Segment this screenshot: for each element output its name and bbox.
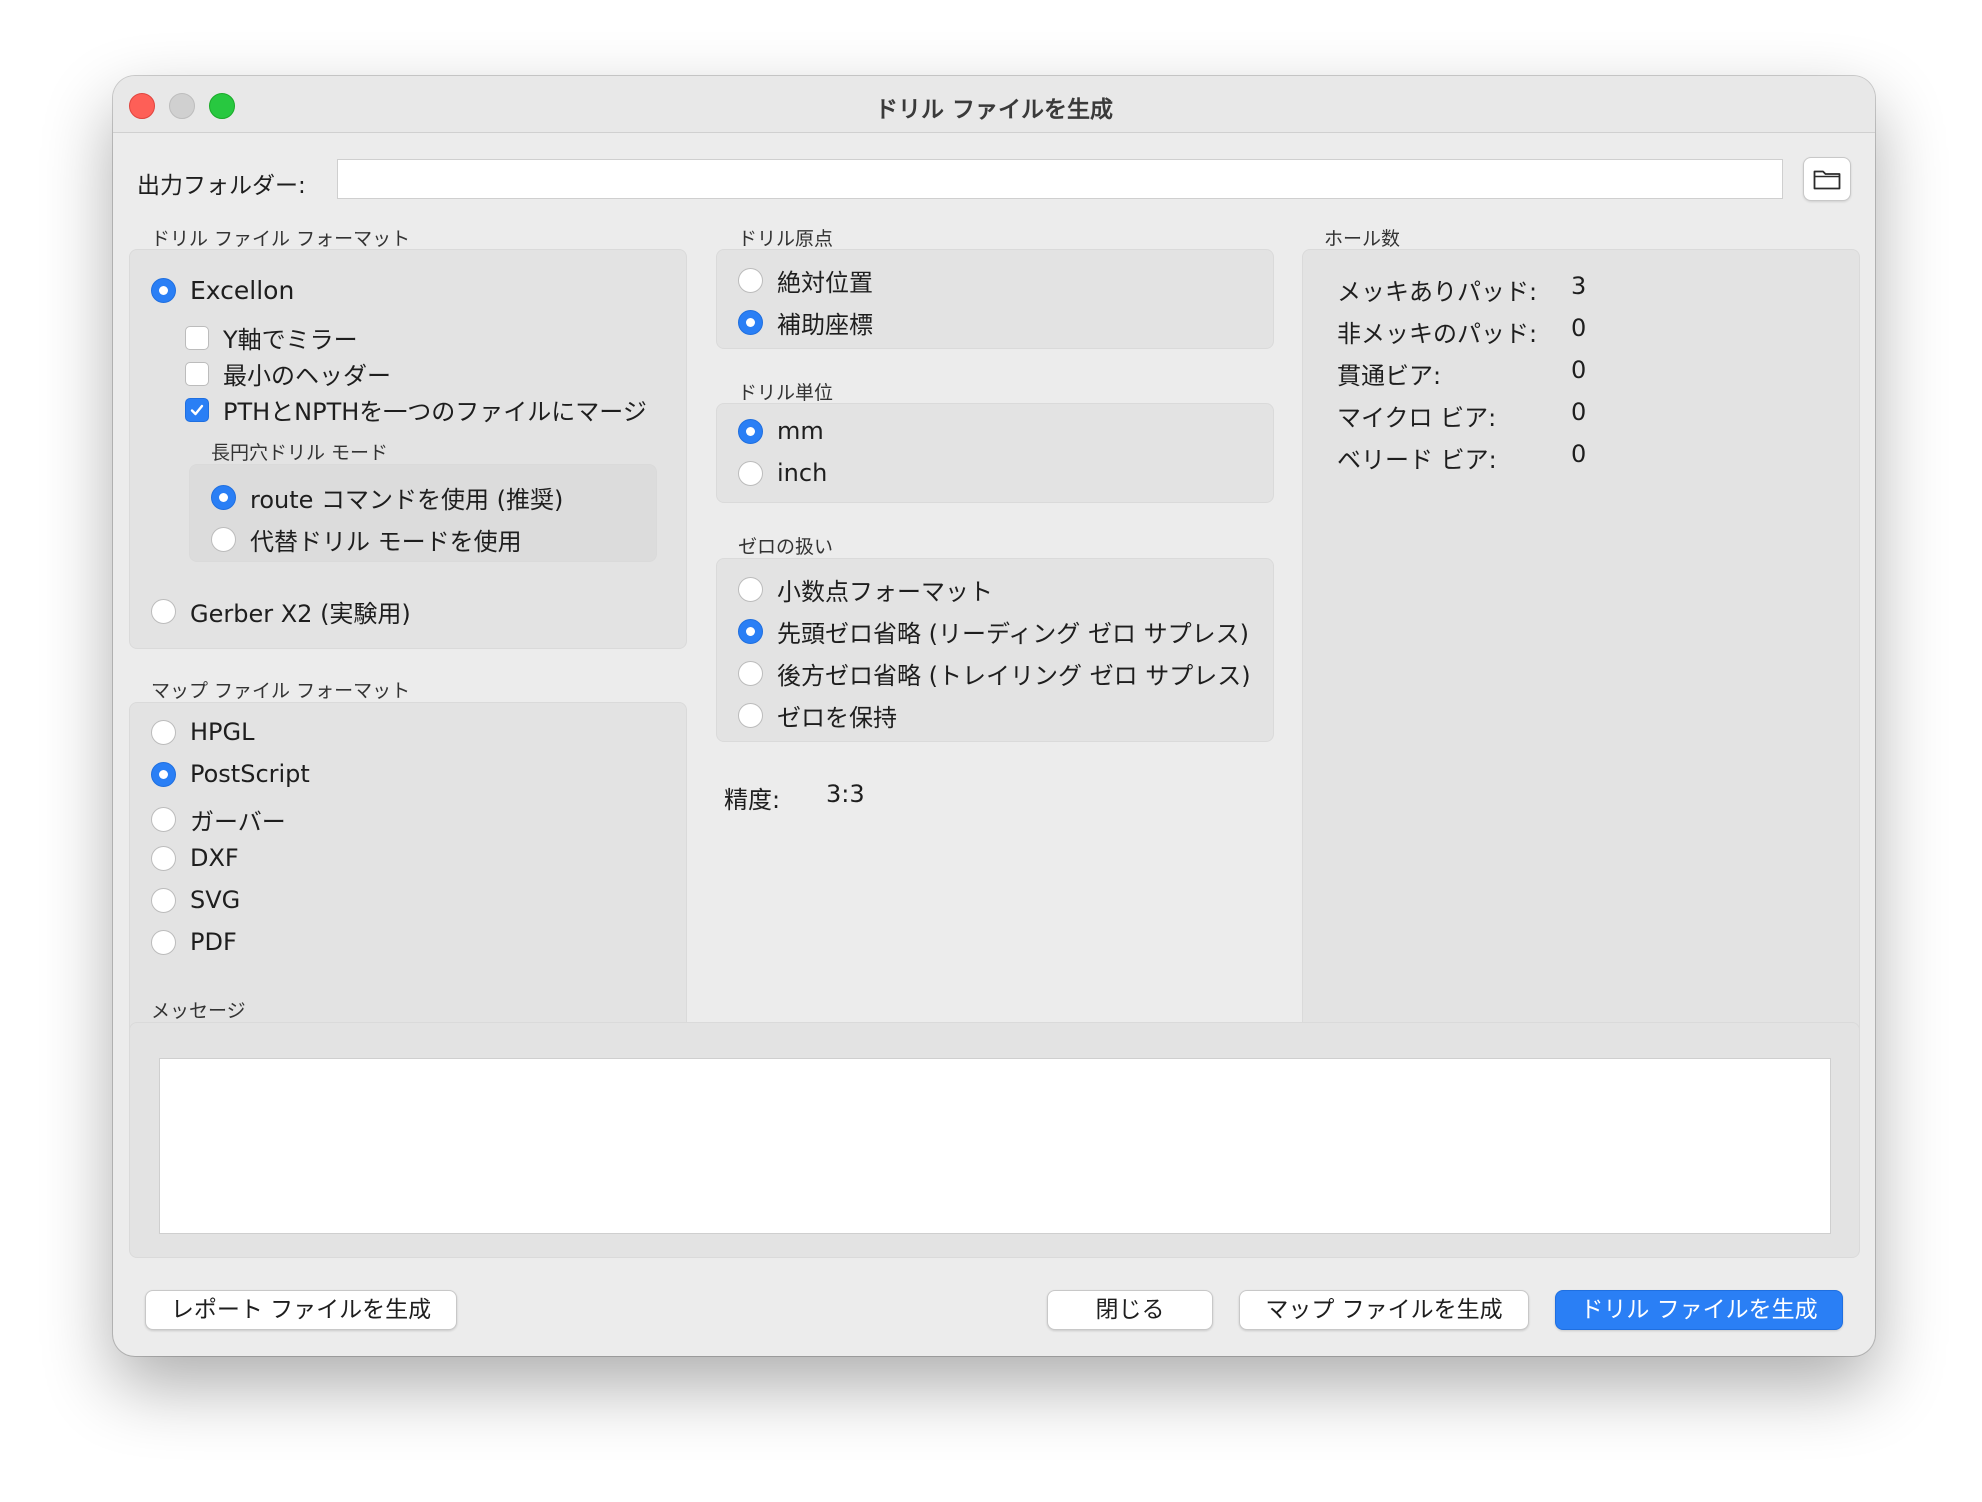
- radio-indicator[interactable]: [738, 418, 763, 444]
- radio-map-gerber[interactable]: ガーバー: [151, 802, 286, 837]
- buried-vias-value: 0: [1571, 440, 1587, 468]
- radio-alt-drill-mode[interactable]: 代替ドリル モードを使用: [211, 522, 522, 557]
- close-button[interactable]: 閉じる: [1047, 1290, 1213, 1330]
- radio-origin-aux[interactable]: 補助座標: [738, 305, 873, 340]
- buried-vias-label: ベリード ビア:: [1337, 446, 1497, 474]
- generate-report-button[interactable]: レポート ファイルを生成: [145, 1290, 457, 1330]
- micro-vias-label: マイクロ ビア:: [1337, 404, 1497, 432]
- nonplated-pads-value: 0: [1571, 314, 1587, 342]
- checkbox-box[interactable]: [185, 325, 209, 350]
- radio-indicator[interactable]: [211, 527, 236, 552]
- radio-indicator[interactable]: [738, 703, 763, 728]
- precision-value: 3:3: [826, 780, 865, 808]
- radio-indicator[interactable]: [738, 577, 763, 602]
- checkbox-mirror-y[interactable]: Y軸でミラー: [185, 320, 358, 355]
- radio-map-svg[interactable]: SVG: [151, 886, 240, 914]
- checkbox-minimal-header[interactable]: 最小のヘッダー: [185, 356, 391, 391]
- drill-units-label: ドリル単位: [738, 382, 834, 404]
- radio-indicator[interactable]: [151, 807, 176, 832]
- radio-indicator[interactable]: [151, 929, 176, 955]
- through-vias-label: 貫通ビア:: [1337, 362, 1442, 390]
- precision-label: 精度:: [724, 786, 781, 814]
- radio-indicator[interactable]: [738, 460, 763, 486]
- output-folder-input[interactable]: [337, 159, 1783, 199]
- radio-map-hpgl[interactable]: HPGL: [151, 718, 255, 746]
- radio-indicator[interactable]: [738, 661, 763, 686]
- drill-file-dialog: ドリル ファイルを生成 出力フォルダー: ドリル ファイル フォーマット Exc…: [113, 76, 1875, 1356]
- plated-pads-value: 3: [1571, 272, 1587, 300]
- radio-indicator[interactable]: [151, 278, 176, 303]
- window-title: ドリル ファイルを生成: [874, 97, 1113, 123]
- drill-origin-label: ドリル原点: [738, 228, 834, 250]
- radio-zeros-leading[interactable]: 先頭ゼロ省略 (リーディング ゼロ サプレス): [738, 614, 1249, 649]
- radio-zeros-keep[interactable]: ゼロを保持: [738, 698, 897, 733]
- generate-map-button[interactable]: マップ ファイルを生成: [1239, 1290, 1529, 1330]
- radio-indicator[interactable]: [738, 268, 763, 293]
- generate-drill-button[interactable]: ドリル ファイルを生成: [1555, 1290, 1843, 1330]
- radio-indicator[interactable]: [738, 619, 763, 644]
- map-format-group: [129, 702, 687, 1044]
- radio-map-postscript[interactable]: PostScript: [151, 760, 310, 788]
- radio-excellon[interactable]: Excellon: [151, 276, 294, 305]
- radio-indicator[interactable]: [738, 310, 763, 335]
- oval-mode-label: 長円穴ドリル モード: [211, 442, 389, 464]
- radio-units-mm[interactable]: mm: [738, 417, 824, 445]
- plated-pads-label: メッキありパッド:: [1337, 278, 1538, 306]
- radio-map-pdf[interactable]: PDF: [151, 928, 237, 956]
- checkbox-box[interactable]: [185, 397, 209, 422]
- title-bar: ドリル ファイルを生成: [113, 76, 1875, 133]
- radio-indicator[interactable]: [151, 761, 176, 787]
- radio-origin-absolute[interactable]: 絶対位置: [738, 263, 873, 298]
- map-format-label: マップ ファイル フォーマット: [151, 680, 411, 702]
- radio-zeros-decimal[interactable]: 小数点フォーマット: [738, 572, 993, 607]
- nonplated-pads-label: 非メッキのパッド:: [1337, 320, 1538, 348]
- zeros-format-label: ゼロの扱い: [738, 536, 834, 558]
- output-folder-label: 出力フォルダー:: [137, 173, 306, 199]
- drill-format-label: ドリル ファイル フォーマット: [151, 228, 411, 250]
- radio-map-dxf[interactable]: DXF: [151, 844, 239, 872]
- checkbox-merge-pth-npth[interactable]: PTHとNPTHを一つのファイルにマージ: [185, 392, 647, 427]
- radio-indicator[interactable]: [151, 719, 176, 745]
- radio-zeros-trailing[interactable]: 後方ゼロ省略 (トレイリング ゼロ サプレス): [738, 656, 1251, 691]
- radio-units-inch[interactable]: inch: [738, 459, 827, 487]
- through-vias-value: 0: [1571, 356, 1587, 384]
- messages-label: メッセージ: [151, 1000, 246, 1022]
- radio-indicator[interactable]: [151, 887, 176, 913]
- radio-indicator[interactable]: [151, 845, 176, 871]
- folder-icon: [1813, 170, 1841, 190]
- radio-gerber-x2[interactable]: Gerber X2 (実験用): [151, 594, 411, 629]
- radio-indicator[interactable]: [211, 485, 236, 510]
- micro-vias-value: 0: [1571, 398, 1587, 426]
- browse-folder-button[interactable]: [1803, 157, 1851, 201]
- messages-textarea[interactable]: [159, 1058, 1831, 1234]
- radio-route-command[interactable]: route コマンドを使用 (推奨): [211, 480, 563, 515]
- radio-indicator[interactable]: [151, 599, 176, 624]
- hole-count-label: ホール数: [1324, 228, 1401, 250]
- checkmark-icon: [190, 404, 204, 415]
- checkbox-box[interactable]: [185, 361, 209, 386]
